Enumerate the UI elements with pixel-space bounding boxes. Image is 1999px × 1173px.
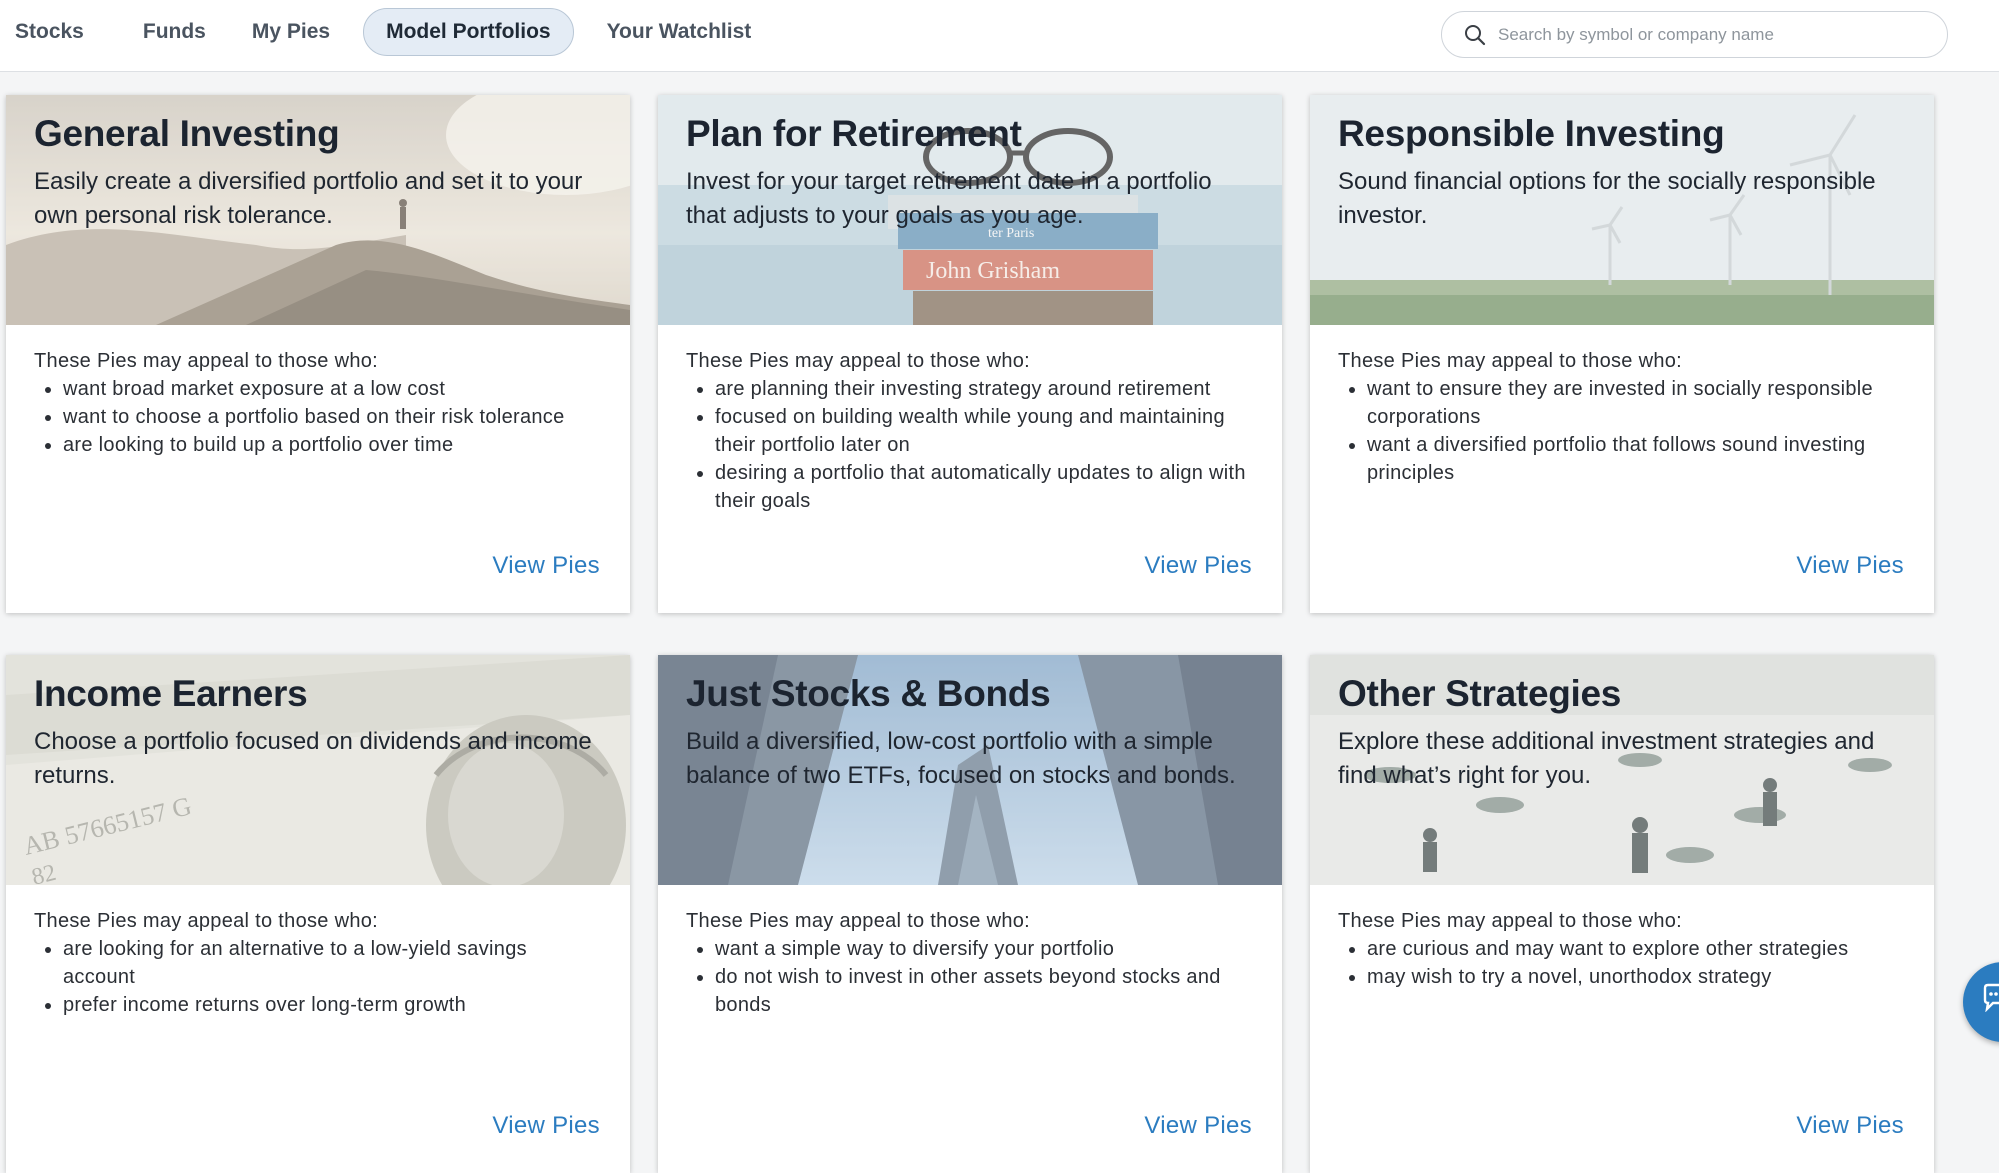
tab-funds[interactable]: Funds (120, 8, 229, 56)
list-item: desiring a portfolio that automatically … (715, 459, 1254, 515)
search-box[interactable] (1441, 11, 1948, 58)
view-pies-link[interactable]: View Pies (1144, 1112, 1252, 1140)
list-item: are looking to build up a portfolio over… (63, 431, 602, 459)
card-bullets: are curious and may want to explore othe… (1367, 935, 1906, 991)
card-subtitle: Build a diversified, low-cost portfolio … (686, 728, 1236, 789)
chat-icon (1983, 983, 1999, 1012)
card-title: Other Strategies (1338, 673, 1622, 714)
list-item: want a diversified portfolio that follow… (1367, 431, 1906, 487)
card-hero: General Investing Easily create a divers… (6, 95, 630, 325)
card-body: These Pies may appeal to those who: want… (1310, 325, 1934, 613)
card-bullets: are planning their investing strategy ar… (715, 375, 1254, 515)
card-just-stocks-bonds: Just Stocks & Bonds Build a diversified,… (658, 655, 1282, 1173)
card-title: General Investing (34, 113, 340, 154)
card-subtitle: Choose a portfolio focused on dividends … (34, 728, 592, 789)
search-icon (1465, 24, 1486, 45)
list-item: want broad market exposure at a low cost (63, 375, 602, 403)
card-income-earners: AB 57665157 G 82 Income Earners Choose a… (6, 655, 630, 1173)
card-hero: AB 57665157 G 82 Income Earners Choose a… (6, 655, 630, 885)
list-item: are looking for an alternative to a low-… (63, 935, 602, 991)
card-hero: John Grisham ter Paris Plan for Retireme… (658, 95, 1282, 325)
card-subtitle: Invest for your target retirement date i… (686, 168, 1212, 229)
tab-stocks[interactable]: Stocks (0, 8, 120, 56)
list-item: focused on building wealth while young a… (715, 403, 1254, 459)
card-hero: Other Strategies Explore these additiona… (1310, 655, 1934, 885)
card-title: Just Stocks & Bonds (686, 673, 1051, 714)
list-item: may wish to try a novel, unorthodox stra… (1367, 963, 1906, 991)
tab-model-portfolios[interactable]: Model Portfolios (363, 8, 574, 56)
card-other-strategies: Other Strategies Explore these additiona… (1310, 655, 1934, 1173)
card-body: These Pies may appeal to those who: are … (1310, 885, 1934, 1173)
tab-my-pies[interactable]: My Pies (229, 8, 353, 56)
card-lead: These Pies may appeal to those who: (1338, 350, 1683, 372)
view-pies-link[interactable]: View Pies (492, 1112, 600, 1140)
view-pies-link[interactable]: View Pies (1796, 552, 1904, 580)
card-bullets: want a simple way to diversify your port… (715, 935, 1254, 1019)
search-input[interactable] (1498, 24, 1918, 45)
card-subtitle: Easily create a diversified portfolio an… (34, 168, 583, 229)
tab-your-watchlist[interactable]: Your Watchlist (584, 8, 775, 56)
card-plan-for-retirement: John Grisham ter Paris Plan for Retireme… (658, 95, 1282, 613)
list-item: want a simple way to diversify your port… (715, 935, 1254, 963)
card-lead: These Pies may appeal to those who: (686, 350, 1031, 372)
card-body: These Pies may appeal to those who: want… (658, 885, 1282, 1173)
list-item: want to ensure they are invested in soci… (1367, 375, 1906, 431)
card-body: These Pies may appeal to those who: are … (6, 885, 630, 1173)
card-lead: These Pies may appeal to those who: (1338, 910, 1683, 932)
chat-button[interactable] (1963, 962, 1999, 1042)
card-body: These Pies may appeal to those who: want… (6, 325, 630, 613)
card-lead: These Pies may appeal to those who: (34, 910, 379, 932)
list-item: prefer income returns over long-term gro… (63, 991, 602, 1019)
nav-tabs: Stocks Funds My Pies Model Portfolios Yo… (0, 8, 774, 56)
card-hero: Just Stocks & Bonds Build a diversified,… (658, 655, 1282, 885)
list-item: want to choose a portfolio based on thei… (63, 403, 602, 431)
view-pies-link[interactable]: View Pies (1144, 552, 1252, 580)
card-general-investing: General Investing Easily create a divers… (6, 95, 630, 613)
card-bullets: are looking for an alternative to a low-… (63, 935, 602, 1019)
view-pies-link[interactable]: View Pies (492, 552, 600, 580)
card-title: Income Earners (34, 673, 308, 714)
card-body: These Pies may appeal to those who: are … (658, 325, 1282, 613)
card-responsible-investing: Responsible Investing Sound financial op… (1310, 95, 1934, 613)
list-item: are planning their investing strategy ar… (715, 375, 1254, 403)
card-lead: These Pies may appeal to those who: (34, 350, 379, 372)
view-pies-link[interactable]: View Pies (1796, 1112, 1904, 1140)
card-bullets: want to ensure they are invested in soci… (1367, 375, 1906, 487)
card-title: Plan for Retirement (686, 113, 1022, 154)
card-subtitle: Explore these additional investment stra… (1338, 728, 1875, 789)
top-nav: Stocks Funds My Pies Model Portfolios Yo… (0, 0, 1999, 72)
card-subtitle: Sound financial options for the socially… (1338, 168, 1876, 229)
card-bullets: want broad market exposure at a low cost… (63, 375, 602, 459)
list-item: do not wish to invest in other assets be… (715, 963, 1254, 1019)
card-lead: These Pies may appeal to those who: (686, 910, 1031, 932)
list-item: are curious and may want to explore othe… (1367, 935, 1906, 963)
card-hero: Responsible Investing Sound financial op… (1310, 95, 1934, 325)
card-title: Responsible Investing (1338, 113, 1725, 154)
